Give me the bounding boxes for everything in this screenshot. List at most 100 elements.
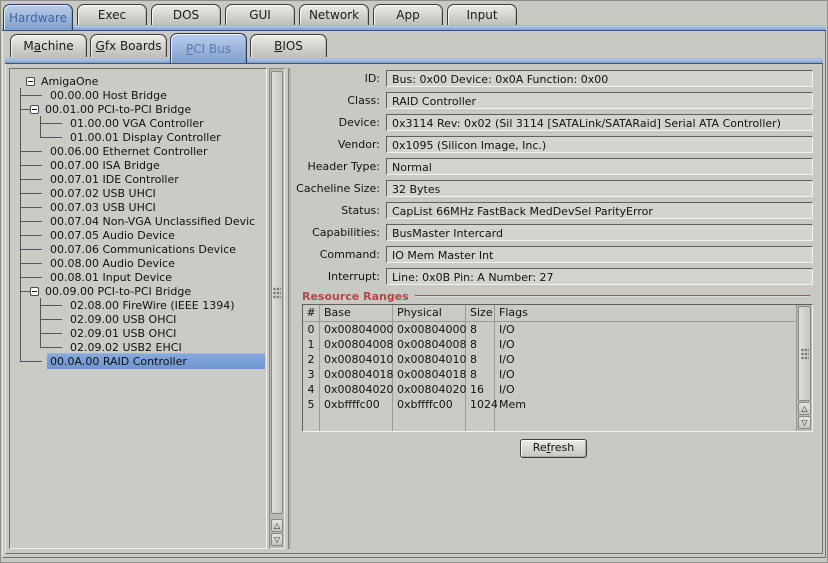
tree-item[interactable]: 00.09.00 PCI-to-PCI Bridge	[10, 284, 266, 298]
tab-network[interactable]: Network	[299, 4, 369, 25]
tree-item-label: 00.08.00 Audio Device	[47, 256, 178, 271]
column-header: Base	[320, 305, 392, 322]
field-value: 32 Bytes	[386, 180, 813, 197]
tab-input[interactable]: Input	[447, 4, 517, 25]
tree-item-label: AmigaOne	[38, 74, 101, 89]
tree-guide-line	[10, 326, 30, 340]
table-cell: 0x00804008	[393, 337, 465, 352]
tree-item[interactable]: 00.07.00 ISA Bridge	[10, 158, 266, 172]
tab-hardware[interactable]: Hardware	[3, 4, 73, 30]
refresh-row: Refresh	[294, 439, 813, 458]
tab-dos[interactable]: DOS	[151, 4, 221, 25]
tab-exec[interactable]: Exec	[77, 4, 147, 25]
table-scroll-down-button[interactable]: ▽	[798, 416, 811, 429]
tree-item[interactable]: 02.09.00 USB OHCI	[10, 312, 266, 326]
tree-item[interactable]: 00.07.02 USB UHCI	[10, 186, 266, 200]
field-value: BusMaster Intercard	[386, 224, 813, 241]
table-cell: 16	[466, 382, 494, 397]
tab-bios[interactable]: BIOS	[250, 34, 327, 57]
tab-machine[interactable]: Machine	[10, 34, 87, 57]
tree-item-label: 01.00.00 VGA Controller	[67, 116, 207, 131]
table-scroll-up-button[interactable]: △	[798, 402, 811, 415]
tree-item[interactable]: 00.0A.00 RAID Controller	[10, 354, 266, 368]
table-cell: 0x00804020	[320, 382, 392, 397]
collapse-icon[interactable]	[26, 77, 35, 86]
tab-app[interactable]: App	[373, 4, 443, 25]
tree-guide-line	[50, 340, 64, 354]
field-value: CapList 66MHz FastBack MedDevSel ParityE…	[386, 202, 813, 219]
tree-scroll-up-button[interactable]: △	[271, 519, 283, 532]
resource-ranges-header: Resource Ranges	[302, 290, 810, 302]
system-info-window: HardwareExecDOSGUINetworkAppInput Machin…	[0, 0, 828, 563]
panel-splitter[interactable]	[285, 68, 294, 549]
tree-item[interactable]: 00.08.00 Audio Device	[10, 256, 266, 270]
tree-guide-line	[10, 340, 30, 354]
tree-item-label: 00.07.00 ISA Bridge	[47, 158, 163, 173]
tree-item[interactable]: 00.07.05 Audio Device	[10, 228, 266, 242]
tree-item[interactable]: 00.01.00 PCI-to-PCI Bridge	[10, 102, 266, 116]
column-header: Physical	[393, 305, 465, 322]
tree-item[interactable]: 00.08.01 Input Device	[10, 270, 266, 284]
tree-item-label: 00.06.00 Ethernet Controller	[47, 144, 210, 159]
tree-item[interactable]: 01.00.01 Display Controller	[10, 130, 266, 144]
tab-pci-bus[interactable]: PCI Bus	[170, 33, 247, 63]
tree-guide-line	[10, 130, 30, 144]
tree-guide-line	[30, 172, 44, 186]
tree-guide-line	[10, 102, 30, 116]
resource-ranges-table[interactable]: #012345Base0x008040000x008040080x0080401…	[302, 304, 813, 432]
table-column-physical: Physical0x008040000x008040080x008040100x…	[393, 305, 466, 431]
tree-guide-line	[10, 214, 30, 228]
tree-scrollbar[interactable]: △ ▽	[269, 68, 285, 549]
field-label: ID:	[294, 72, 386, 85]
field-command: Command:IO Mem Master Int	[294, 246, 813, 263]
tree-item-label: 00.0A.00 RAID Controller	[47, 353, 265, 369]
tree-item-label: 02.09.01 USB OHCI	[67, 326, 179, 341]
device-detail-panel: ID:Bus: 0x00 Device: 0x0A Function: 0x00…	[294, 68, 819, 549]
tree-item-label: 00.07.06 Communications Device	[47, 242, 239, 257]
scroll-up-icon: △	[274, 522, 280, 530]
tree-item[interactable]: 00.06.00 Ethernet Controller	[10, 144, 266, 158]
tree-guide-line	[30, 200, 44, 214]
column-header: #	[303, 305, 319, 322]
tree-item[interactable]: 01.00.00 VGA Controller	[10, 116, 266, 130]
field-capabilities: Capabilities:BusMaster Intercard	[294, 224, 813, 241]
table-cell: 4	[303, 382, 319, 397]
tab-gfx-boards[interactable]: Gfx Boards	[90, 34, 167, 57]
column-header: Flags	[495, 305, 796, 322]
tree-item[interactable]: 00.00.00 Host Bridge	[10, 88, 266, 102]
tree-item[interactable]: 00.07.04 Non-VGA Unclassified Devic	[10, 214, 266, 228]
tree-guide-line	[10, 270, 30, 284]
pci-device-tree[interactable]: AmigaOne00.00.00 Host Bridge00.01.00 PCI…	[9, 68, 267, 549]
tree-item-label: 00.07.02 USB UHCI	[47, 186, 159, 201]
collapse-icon[interactable]	[30, 105, 39, 114]
tree-item[interactable]: 00.07.01 IDE Controller	[10, 172, 266, 186]
field-label: Vendor:	[294, 138, 386, 151]
tree-guide-line	[30, 256, 44, 270]
tree-item[interactable]: 02.09.01 USB OHCI	[10, 326, 266, 340]
tree-item[interactable]: 00.07.03 USB UHCI	[10, 200, 266, 214]
field-cacheline-size: Cacheline Size:32 Bytes	[294, 180, 813, 197]
tab-gui[interactable]: GUI	[225, 4, 295, 25]
tree-guide-line	[10, 186, 30, 200]
table-cell: 1	[303, 337, 319, 352]
tree-item[interactable]: 02.09.02 USB2 EHCI	[10, 340, 266, 354]
tree-item-label: 00.07.03 USB UHCI	[47, 200, 159, 215]
table-scrollbar-thumb[interactable]	[798, 306, 811, 401]
refresh-button[interactable]: Refresh	[520, 439, 588, 458]
tree-scrollbar-thumb[interactable]	[271, 71, 283, 514]
collapse-icon[interactable]	[30, 287, 39, 296]
table-scrollbar[interactable]: △ ▽	[796, 305, 812, 431]
field-header-type: Header Type:Normal	[294, 158, 813, 175]
table-column-base: Base0x008040000x008040080x008040100x0080…	[320, 305, 393, 431]
tree-item[interactable]: AmigaOne	[10, 74, 266, 88]
tree-item[interactable]: 02.08.00 FireWire (IEEE 1394)	[10, 298, 266, 312]
tree-scroll-down-button[interactable]: ▽	[271, 533, 283, 546]
table-cell: I/O	[495, 367, 796, 382]
table-cell: I/O	[495, 352, 796, 367]
field-label: Cacheline Size:	[294, 182, 386, 195]
tree-item-label: 00.00.00 Host Bridge	[47, 88, 170, 103]
tree-item[interactable]: 00.07.06 Communications Device	[10, 242, 266, 256]
tree-item-label: 00.01.00 PCI-to-PCI Bridge	[42, 102, 194, 117]
field-label: Command:	[294, 248, 386, 261]
field-label: Class:	[294, 94, 386, 107]
